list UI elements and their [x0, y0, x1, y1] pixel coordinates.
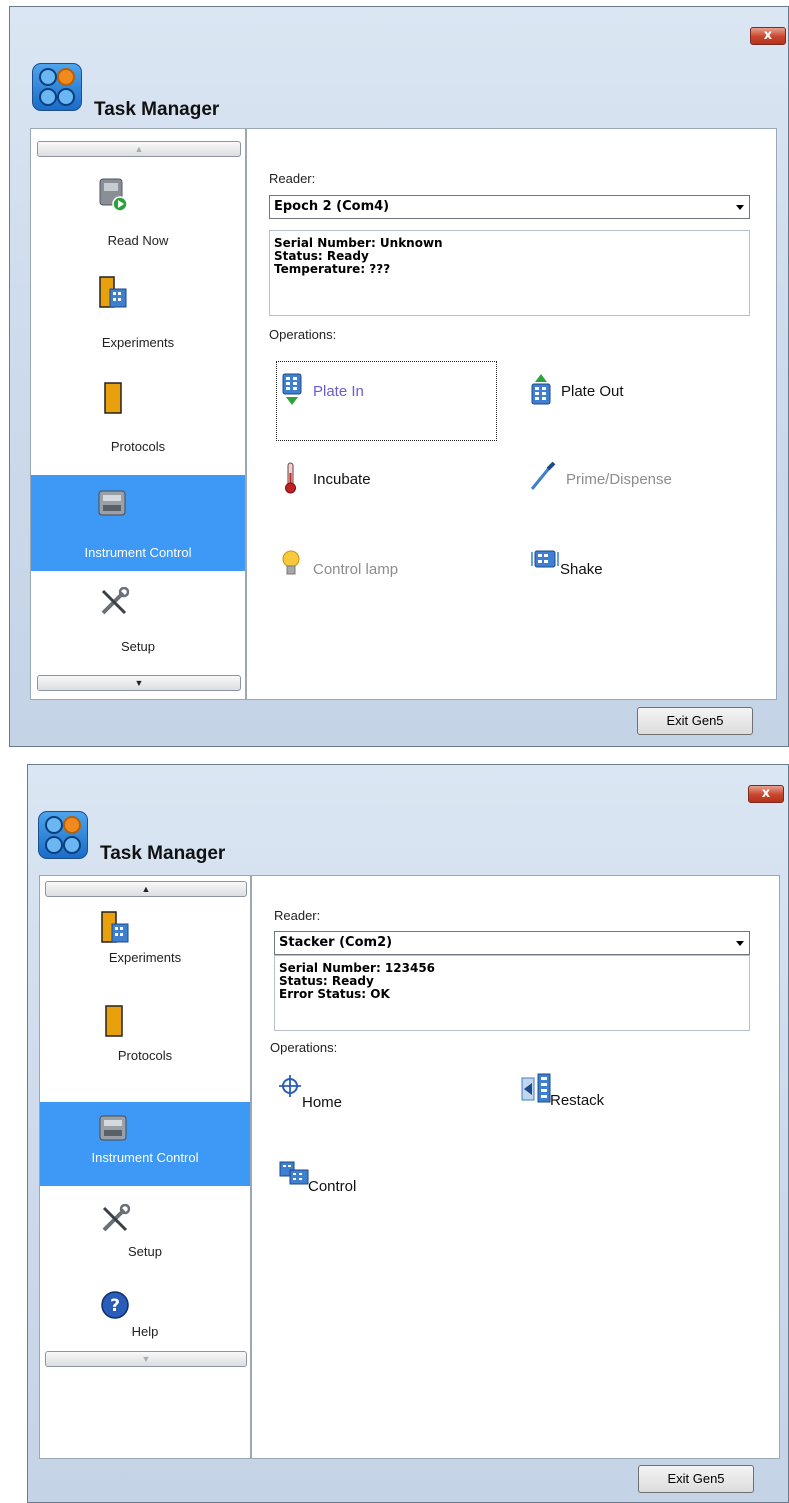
sidebar-item-setup[interactable]: Setup: [31, 581, 245, 667]
sidebar-item-label: Instrument Control: [91, 1150, 199, 1165]
sidebar-item-label: Setup: [121, 639, 155, 654]
restack-icon: [521, 1073, 551, 1103]
sidebar-item-label: Instrument Control: [84, 545, 192, 560]
reader-info-box: Serial Number: Unknown Status: Ready Tem…: [269, 230, 750, 316]
close-button[interactable]: x: [750, 27, 786, 45]
sidebar-item-read-now[interactable]: Read Now: [31, 169, 245, 255]
chevron-down-icon[interactable]: [736, 205, 744, 210]
experiments-icon: [101, 911, 129, 943]
stacker-control-icon: [279, 1161, 309, 1185]
sidebar-item-label: Setup: [128, 1244, 162, 1259]
dispense-icon: [530, 461, 556, 490]
sidebar-scroll-down-button[interactable]: ▼: [45, 1351, 247, 1367]
operation-label: Incubate: [313, 471, 371, 488]
plate-out-button[interactable]: Plate Out: [530, 373, 730, 413]
reader-select[interactable]: Epoch 2 (Com4): [269, 195, 750, 219]
operation-label: Control lamp: [313, 561, 399, 578]
instrument-control-icon: [99, 1115, 127, 1141]
info-line: Temperature: ???: [274, 262, 391, 276]
sidebar-item-experiments[interactable]: Experiments: [40, 904, 250, 994]
exit-gen5-button[interactable]: Exit Gen5: [637, 707, 753, 735]
sidebar-item-instrument-control[interactable]: Instrument Control: [31, 475, 245, 571]
sidebar-item-label: Read Now: [107, 233, 169, 248]
control-lamp-button[interactable]: Control lamp: [281, 549, 481, 589]
sidebar: ▲ Read Now Experiments Protocols Instrum…: [30, 128, 246, 700]
incubate-button[interactable]: Incubate: [281, 461, 481, 501]
setup-icon: [102, 1204, 130, 1232]
plate-in-icon: [282, 373, 302, 405]
home-crosshair-icon: [279, 1075, 301, 1097]
setup-icon: [101, 587, 129, 615]
protocols-icon: [105, 1005, 123, 1037]
shake-button[interactable]: Shake: [530, 549, 730, 589]
sidebar-scroll-up-button[interactable]: ▲: [37, 141, 241, 157]
plate-in-button[interactable]: Plate In: [281, 373, 481, 413]
thermometer-icon: [285, 462, 296, 494]
instrument-control-icon: [98, 490, 126, 516]
sidebar-item-protocols[interactable]: Protocols: [40, 996, 250, 1086]
chevron-down-icon[interactable]: [736, 941, 744, 946]
operation-label: Restack: [550, 1092, 605, 1109]
reader-label: Reader:: [269, 171, 316, 186]
reader-value: Stacker (Com2): [279, 935, 393, 950]
read-now-icon: [99, 178, 128, 211]
app-logo: [38, 811, 88, 859]
sidebar-item-experiments[interactable]: Experiments: [31, 269, 245, 355]
close-icon[interactable]: x: [762, 786, 770, 801]
close-button[interactable]: x: [748, 785, 784, 803]
sidebar-item-protocols[interactable]: Protocols: [31, 373, 245, 459]
task-manager-window-epoch: x Task Manager ▲ Read Now Experiments Pr…: [9, 6, 789, 747]
reader-value: Epoch 2 (Com4): [274, 199, 390, 214]
operation-label: Prime/Dispense: [566, 471, 672, 488]
reader-label: Reader:: [274, 908, 321, 923]
sidebar-scroll-up-button[interactable]: ▲: [45, 881, 247, 897]
help-icon: ?: [101, 1291, 129, 1319]
control-button[interactable]: Control: [278, 1160, 478, 1200]
sidebar-item-label: Help: [131, 1324, 159, 1339]
sidebar-item-label: Protocols: [117, 1048, 173, 1063]
lamp-icon: [282, 550, 300, 575]
operation-label: Shake: [560, 561, 603, 578]
close-icon[interactable]: x: [764, 28, 772, 43]
reader-select[interactable]: Stacker (Com2): [274, 931, 750, 955]
operations-label: Operations:: [270, 1040, 338, 1055]
operation-label: Plate Out: [561, 383, 624, 400]
protocols-icon: [104, 382, 122, 414]
operation-label: Plate In: [313, 383, 364, 400]
app-logo: [32, 63, 82, 111]
experiments-icon: [99, 276, 127, 308]
main-panel: Reader: Stacker (Com2) Serial Number: 12…: [251, 875, 780, 1459]
operation-label: Home: [302, 1094, 343, 1111]
window-title: Task Manager: [94, 99, 220, 120]
sidebar-item-label: Experiments: [101, 335, 175, 350]
sidebar-item-label: Protocols: [110, 439, 166, 454]
restack-button[interactable]: Restack: [520, 1072, 720, 1112]
task-manager-window-stacker: x Task Manager ▲ Experiments Protocols I…: [27, 764, 789, 1503]
prime-dispense-button[interactable]: Prime/Dispense: [530, 461, 730, 501]
reader-info-box: Serial Number: 123456 Status: Ready Erro…: [274, 955, 750, 1031]
window-title: Task Manager: [100, 843, 226, 864]
plate-out-icon: [531, 374, 551, 405]
home-button[interactable]: Home: [278, 1074, 478, 1114]
sidebar-item-setup[interactable]: Setup: [40, 1198, 250, 1278]
sidebar: ▲ Experiments Protocols Instrument Contr…: [39, 875, 251, 1459]
exit-gen5-button[interactable]: Exit Gen5: [638, 1465, 754, 1493]
sidebar-item-label: Experiments: [108, 950, 182, 965]
shake-icon: [531, 550, 559, 568]
info-line: Error Status: OK: [279, 987, 390, 1001]
help-glyph: ?: [110, 1296, 120, 1316]
operation-label: Control: [308, 1178, 357, 1195]
sidebar-item-instrument-control[interactable]: Instrument Control: [40, 1102, 250, 1186]
main-panel: Reader: Epoch 2 (Com4) Serial Number: Un…: [246, 128, 777, 700]
operations-label: Operations:: [269, 327, 337, 342]
sidebar-scroll-down-button[interactable]: ▼: [37, 675, 241, 691]
